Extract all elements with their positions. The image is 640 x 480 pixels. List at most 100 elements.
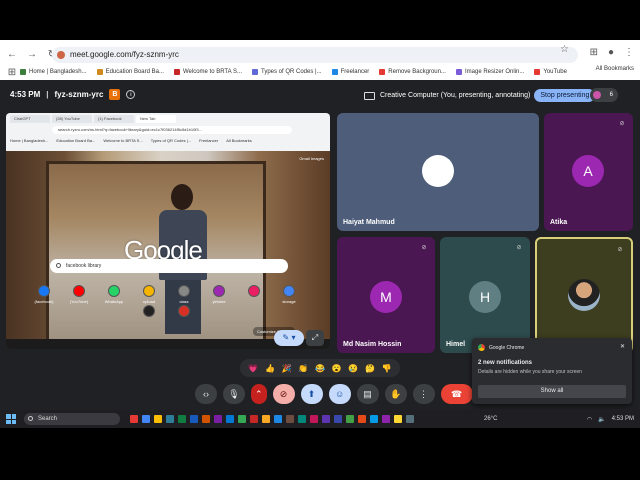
- self-tile[interactable]: ⊘: [535, 237, 633, 353]
- annotate-button[interactable]: ✎ ▾: [274, 330, 304, 346]
- bookmarks-bar: ⊞ Home | Bangladesh... Education Board Ba…: [0, 66, 640, 78]
- shortcut-icon: [283, 285, 295, 297]
- reaction-emoji[interactable]: 😢: [348, 364, 358, 373]
- reaction-emoji[interactable]: 😂: [315, 364, 325, 373]
- shortcut-icon: [108, 285, 120, 297]
- bookmark-item[interactable]: Home | Bangladesh...: [20, 69, 87, 75]
- shared-search-box: facebook library: [50, 259, 288, 273]
- weather[interactable]: 26°C: [484, 410, 497, 428]
- taskbar-app-icon[interactable]: [238, 415, 246, 423]
- taskbar-app-icon[interactable]: [166, 415, 174, 423]
- meeting-header: 4:53 PM | fyz-sznm-yrc B i: [10, 89, 136, 100]
- participants-button[interactable]: 6: [590, 88, 618, 102]
- whiteboard-badge[interactable]: B: [109, 89, 121, 100]
- taskbar-app-icon[interactable]: [178, 415, 186, 423]
- raise-hand-button[interactable]: ✋: [384, 384, 407, 404]
- reaction-emoji[interactable]: 😮: [332, 364, 342, 373]
- shortcut-label: WhatsApp: [104, 299, 124, 304]
- reaction-emoji[interactable]: 👎: [382, 364, 392, 373]
- forward-icon[interactable]: →: [24, 49, 40, 60]
- expand-icon[interactable]: ⤢: [306, 330, 324, 346]
- system-tray: ◠ 🔈 4:53 PM: [587, 410, 634, 428]
- taskbar-app-icon[interactable]: [130, 415, 138, 423]
- bookmark-item[interactable]: YouTube: [534, 69, 567, 75]
- shortcut-tile: (facebook): [30, 285, 58, 304]
- shared-tab: (28) YouTube: [52, 115, 92, 123]
- taskbar-app-icon[interactable]: [334, 415, 342, 423]
- letterbox-bottom: [0, 428, 640, 480]
- taskbar-app-icon[interactable]: [286, 415, 294, 423]
- shortcut-icon: [143, 305, 155, 317]
- taskbar-app-icon[interactable]: [142, 415, 150, 423]
- captions-button[interactable]: ▤: [356, 384, 379, 404]
- avatar: H: [469, 281, 501, 313]
- bookmark-item[interactable]: Welcome to BRTA S...: [173, 69, 242, 75]
- participant-tile-nasim[interactable]: ⊘ M Md Nasim Hossin: [337, 237, 435, 353]
- audio-settings-button[interactable]: ‹›: [195, 384, 217, 404]
- back-icon[interactable]: ←: [4, 49, 20, 60]
- menu-icon[interactable]: ⋮: [624, 47, 634, 58]
- reaction-emoji[interactable]: 🎉: [282, 364, 292, 373]
- site-info-icon[interactable]: [57, 51, 65, 59]
- taskbar-app-icon[interactable]: [370, 415, 378, 423]
- taskbar-app-icon[interactable]: [310, 415, 318, 423]
- all-bookmarks[interactable]: All Bookmarks: [596, 66, 634, 72]
- taskbar-app-icon[interactable]: [358, 415, 366, 423]
- bookmark-item[interactable]: Remove Backgroun...: [379, 69, 446, 75]
- shortcut-label: class: [179, 299, 189, 304]
- taskbar-app-icon[interactable]: [262, 415, 270, 423]
- taskbar-app-icon[interactable]: [298, 415, 306, 423]
- taskbar-app-icon[interactable]: [154, 415, 162, 423]
- taskbar-app-icon[interactable]: [346, 415, 354, 423]
- bookmark-item[interactable]: Types of QR Codes |...: [252, 69, 322, 75]
- shared-tab: ChatGPT: [10, 115, 50, 123]
- more-options-button[interactable]: ⋮: [412, 384, 435, 404]
- bookmark-item[interactable]: Freelancer: [331, 69, 369, 75]
- reactions-button[interactable]: ☺: [328, 384, 351, 404]
- participant-tile-atika[interactable]: ⊘ A Atika: [544, 113, 633, 231]
- camera-off-button[interactable]: ⊘: [272, 384, 295, 404]
- profile-icon[interactable]: ●: [608, 47, 614, 58]
- show-all-button[interactable]: Show all: [478, 385, 626, 398]
- participant-tile-haiyat[interactable]: Haiyat Mahmud: [337, 113, 539, 231]
- taskbar-app-icon[interactable]: [382, 415, 390, 423]
- taskbar-search[interactable]: Search: [24, 413, 120, 425]
- participant-tile-himel[interactable]: ⊘ H Himel: [440, 237, 530, 353]
- camera-options-button[interactable]: ⌃: [251, 384, 267, 404]
- extensions-icon[interactable]: ⊞: [590, 47, 598, 58]
- bookmark-label: Types of QR Codes |...: [261, 69, 322, 75]
- taskbar-app-icon[interactable]: [322, 415, 330, 423]
- leave-call-button[interactable]: ☎: [440, 384, 473, 404]
- bookmark-favicon-icon: [20, 69, 26, 75]
- wifi-icon[interactable]: ◠: [587, 416, 592, 423]
- taskbar-clock[interactable]: 4:53 PM: [612, 416, 634, 422]
- present-button[interactable]: ⬆: [300, 384, 323, 404]
- taskbar-app-icon[interactable]: [406, 415, 414, 423]
- bookmark-favicon-icon: [252, 69, 258, 75]
- shortcut-icon: [73, 285, 85, 297]
- close-icon[interactable]: ✕: [620, 343, 625, 350]
- shortcut-icon: [178, 305, 190, 317]
- apps-icon[interactable]: ⊞: [4, 67, 20, 78]
- bookmark-star-icon[interactable]: ☆: [560, 44, 569, 55]
- taskbar-app-icon[interactable]: [202, 415, 210, 423]
- taskbar-app-icon[interactable]: [190, 415, 198, 423]
- taskbar-app-icon[interactable]: [226, 415, 234, 423]
- bookmark-item[interactable]: Education Board Ba...: [96, 69, 164, 75]
- shortcut-icon: [248, 285, 260, 297]
- reaction-emoji[interactable]: 👏: [298, 364, 308, 373]
- reaction-emoji[interactable]: 🤔: [365, 364, 375, 373]
- stop-presenting-button[interactable]: Stop presenting: [534, 89, 596, 102]
- info-icon[interactable]: i: [126, 90, 136, 99]
- microphone-button[interactable]: 🎙: [223, 384, 245, 404]
- reaction-emoji[interactable]: 👍: [265, 364, 275, 373]
- address-bar[interactable]: meet.google.com/fyz-sznm-yrc: [52, 47, 578, 63]
- taskbar-app-icon[interactable]: [214, 415, 222, 423]
- taskbar-app-icon[interactable]: [394, 415, 402, 423]
- bookmark-item[interactable]: Image Resizer Onlin...: [455, 69, 524, 75]
- reaction-emoji[interactable]: 💗: [248, 364, 258, 373]
- volume-icon[interactable]: 🔈: [598, 416, 605, 423]
- taskbar-app-icon[interactable]: [250, 415, 258, 423]
- start-icon[interactable]: [6, 414, 16, 424]
- taskbar-app-icon[interactable]: [274, 415, 282, 423]
